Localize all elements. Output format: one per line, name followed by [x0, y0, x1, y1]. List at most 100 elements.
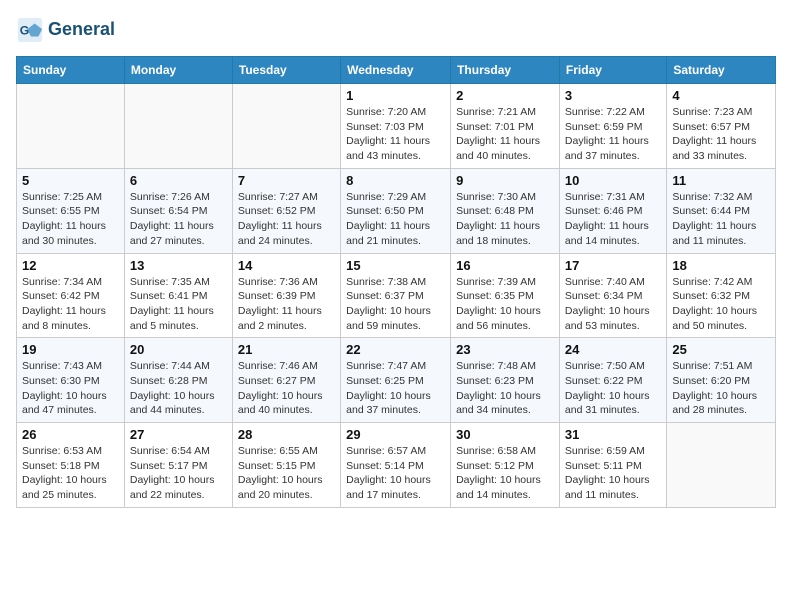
day-info: Sunrise: 6:55 AM Sunset: 5:15 PM Dayligh…	[238, 444, 335, 503]
day-number: 8	[346, 173, 445, 188]
calendar-cell: 14 Sunrise: 7:36 AM Sunset: 6:39 PM Dayli…	[232, 253, 340, 338]
weekday-header-sunday: Sunday	[17, 57, 125, 84]
day-info: Sunrise: 6:59 AM Sunset: 5:11 PM Dayligh…	[565, 444, 661, 503]
day-number: 27	[130, 427, 227, 442]
day-number: 16	[456, 258, 554, 273]
calendar-cell: 3 Sunrise: 7:22 AM Sunset: 6:59 PM Daylig…	[559, 84, 666, 169]
calendar-cell: 2 Sunrise: 7:21 AM Sunset: 7:01 PM Daylig…	[451, 84, 560, 169]
day-number: 22	[346, 342, 445, 357]
calendar-cell: 19 Sunrise: 7:43 AM Sunset: 6:30 PM Dayli…	[17, 338, 125, 423]
day-number: 31	[565, 427, 661, 442]
day-info: Sunrise: 7:42 AM Sunset: 6:32 PM Dayligh…	[672, 275, 770, 334]
day-number: 23	[456, 342, 554, 357]
calendar-cell: 26 Sunrise: 6:53 AM Sunset: 5:18 PM Dayli…	[17, 423, 125, 508]
calendar-cell: 13 Sunrise: 7:35 AM Sunset: 6:41 PM Dayli…	[124, 253, 232, 338]
svg-text:G: G	[20, 24, 29, 38]
calendar-cell: 10Sunrise: 7:31 AM Sunset: 6:46 PM Dayli…	[559, 168, 666, 253]
day-number: 7	[238, 173, 335, 188]
day-info: Sunrise: 7:30 AM Sunset: 6:48 PM Dayligh…	[456, 190, 554, 249]
day-number: 20	[130, 342, 227, 357]
calendar-table: SundayMondayTuesdayWednesdayThursdayFrid…	[16, 56, 776, 508]
day-number: 26	[22, 427, 119, 442]
day-number: 28	[238, 427, 335, 442]
calendar-cell: 23 Sunrise: 7:48 AM Sunset: 6:23 PM Dayli…	[451, 338, 560, 423]
calendar-cell: 6Sunrise: 7:26 AM Sunset: 6:54 PM Daylig…	[124, 168, 232, 253]
day-number: 5	[22, 173, 119, 188]
calendar-cell: 1 Sunrise: 7:20 AM Sunset: 7:03 PM Daylig…	[341, 84, 451, 169]
day-info: Sunrise: 7:48 AM Sunset: 6:23 PM Dayligh…	[456, 359, 554, 418]
day-info: Sunrise: 7:34 AM Sunset: 6:42 PM Dayligh…	[22, 275, 119, 334]
weekday-header-wednesday: Wednesday	[341, 57, 451, 84]
day-info: Sunrise: 7:39 AM Sunset: 6:35 PM Dayligh…	[456, 275, 554, 334]
logo: G General	[16, 16, 115, 44]
day-info: Sunrise: 6:57 AM Sunset: 5:14 PM Dayligh…	[346, 444, 445, 503]
calendar-cell: 11 Sunrise: 7:32 AM Sunset: 6:44 PM Dayli…	[667, 168, 776, 253]
day-info: Sunrise: 7:36 AM Sunset: 6:39 PM Dayligh…	[238, 275, 335, 334]
calendar-cell: 7 Sunrise: 7:27 AM Sunset: 6:52 PM Daylig…	[232, 168, 340, 253]
day-info: Sunrise: 7:20 AM Sunset: 7:03 PM Dayligh…	[346, 105, 445, 164]
calendar-cell	[17, 84, 125, 169]
day-number: 25	[672, 342, 770, 357]
calendar-cell: 31 Sunrise: 6:59 AM Sunset: 5:11 PM Dayli…	[559, 423, 666, 508]
logo-text: General	[48, 20, 115, 40]
day-number: 15	[346, 258, 445, 273]
day-number: 29	[346, 427, 445, 442]
weekday-header-friday: Friday	[559, 57, 666, 84]
calendar-cell: 15 Sunrise: 7:38 AM Sunset: 6:37 PM Dayli…	[341, 253, 451, 338]
day-info: Sunrise: 7:51 AM Sunset: 6:20 PM Dayligh…	[672, 359, 770, 418]
day-info: Sunrise: 6:54 AM Sunset: 5:17 PM Dayligh…	[130, 444, 227, 503]
calendar-cell: 4 Sunrise: 7:23 AM Sunset: 6:57 PM Daylig…	[667, 84, 776, 169]
day-info: Sunrise: 6:53 AM Sunset: 5:18 PM Dayligh…	[22, 444, 119, 503]
logo-icon: G	[16, 16, 44, 44]
day-info: Sunrise: 7:35 AM Sunset: 6:41 PM Dayligh…	[130, 275, 227, 334]
calendar-cell: 30 Sunrise: 6:58 AM Sunset: 5:12 PM Dayli…	[451, 423, 560, 508]
day-number: 2	[456, 88, 554, 103]
day-info: Sunrise: 7:43 AM Sunset: 6:30 PM Dayligh…	[22, 359, 119, 418]
calendar-cell: 12 Sunrise: 7:34 AM Sunset: 6:42 PM Dayli…	[17, 253, 125, 338]
day-info: Sunrise: 7:25 AM Sunset: 6:55 PM Dayligh…	[22, 190, 119, 249]
day-info: Sunrise: 7:46 AM Sunset: 6:27 PM Dayligh…	[238, 359, 335, 418]
weekday-header-thursday: Thursday	[451, 57, 560, 84]
day-info: Sunrise: 7:40 AM Sunset: 6:34 PM Dayligh…	[565, 275, 661, 334]
day-info: Sunrise: 7:27 AM Sunset: 6:52 PM Dayligh…	[238, 190, 335, 249]
day-info: Sunrise: 7:22 AM Sunset: 6:59 PM Dayligh…	[565, 105, 661, 164]
day-number: 13	[130, 258, 227, 273]
calendar-cell: 17 Sunrise: 7:40 AM Sunset: 6:34 PM Dayli…	[559, 253, 666, 338]
weekday-header-tuesday: Tuesday	[232, 57, 340, 84]
calendar-cell	[667, 423, 776, 508]
calendar-cell: 9 Sunrise: 7:30 AM Sunset: 6:48 PM Daylig…	[451, 168, 560, 253]
day-number: 30	[456, 427, 554, 442]
day-number: 24	[565, 342, 661, 357]
day-number: 9	[456, 173, 554, 188]
day-info: Sunrise: 7:44 AM Sunset: 6:28 PM Dayligh…	[130, 359, 227, 418]
day-info: Sunrise: 7:50 AM Sunset: 6:22 PM Dayligh…	[565, 359, 661, 418]
day-number: 19	[22, 342, 119, 357]
day-info: Sunrise: 7:32 AM Sunset: 6:44 PM Dayligh…	[672, 190, 770, 249]
day-number: 3	[565, 88, 661, 103]
day-number: 18	[672, 258, 770, 273]
day-number: 10	[565, 173, 661, 188]
day-number: 12	[22, 258, 119, 273]
calendar-cell: 16 Sunrise: 7:39 AM Sunset: 6:35 PM Dayli…	[451, 253, 560, 338]
day-info: Sunrise: 7:29 AM Sunset: 6:50 PM Dayligh…	[346, 190, 445, 249]
calendar-cell: 29 Sunrise: 6:57 AM Sunset: 5:14 PM Dayli…	[341, 423, 451, 508]
day-number: 11	[672, 173, 770, 188]
day-number: 21	[238, 342, 335, 357]
day-info: Sunrise: 7:47 AM Sunset: 6:25 PM Dayligh…	[346, 359, 445, 418]
weekday-header-saturday: Saturday	[667, 57, 776, 84]
day-number: 4	[672, 88, 770, 103]
calendar-cell: 21 Sunrise: 7:46 AM Sunset: 6:27 PM Dayli…	[232, 338, 340, 423]
day-info: Sunrise: 7:38 AM Sunset: 6:37 PM Dayligh…	[346, 275, 445, 334]
day-info: Sunrise: 7:23 AM Sunset: 6:57 PM Dayligh…	[672, 105, 770, 164]
weekday-header-monday: Monday	[124, 57, 232, 84]
day-info: Sunrise: 6:58 AM Sunset: 5:12 PM Dayligh…	[456, 444, 554, 503]
day-number: 14	[238, 258, 335, 273]
day-number: 17	[565, 258, 661, 273]
day-info: Sunrise: 7:21 AM Sunset: 7:01 PM Dayligh…	[456, 105, 554, 164]
calendar-cell: 5 Sunrise: 7:25 AM Sunset: 6:55 PM Daylig…	[17, 168, 125, 253]
calendar-cell: 27 Sunrise: 6:54 AM Sunset: 5:17 PM Dayli…	[124, 423, 232, 508]
day-number: 1	[346, 88, 445, 103]
calendar-cell: 22 Sunrise: 7:47 AM Sunset: 6:25 PM Dayli…	[341, 338, 451, 423]
calendar-cell: 8 Sunrise: 7:29 AM Sunset: 6:50 PM Daylig…	[341, 168, 451, 253]
calendar-cell: 18 Sunrise: 7:42 AM Sunset: 6:32 PM Dayli…	[667, 253, 776, 338]
